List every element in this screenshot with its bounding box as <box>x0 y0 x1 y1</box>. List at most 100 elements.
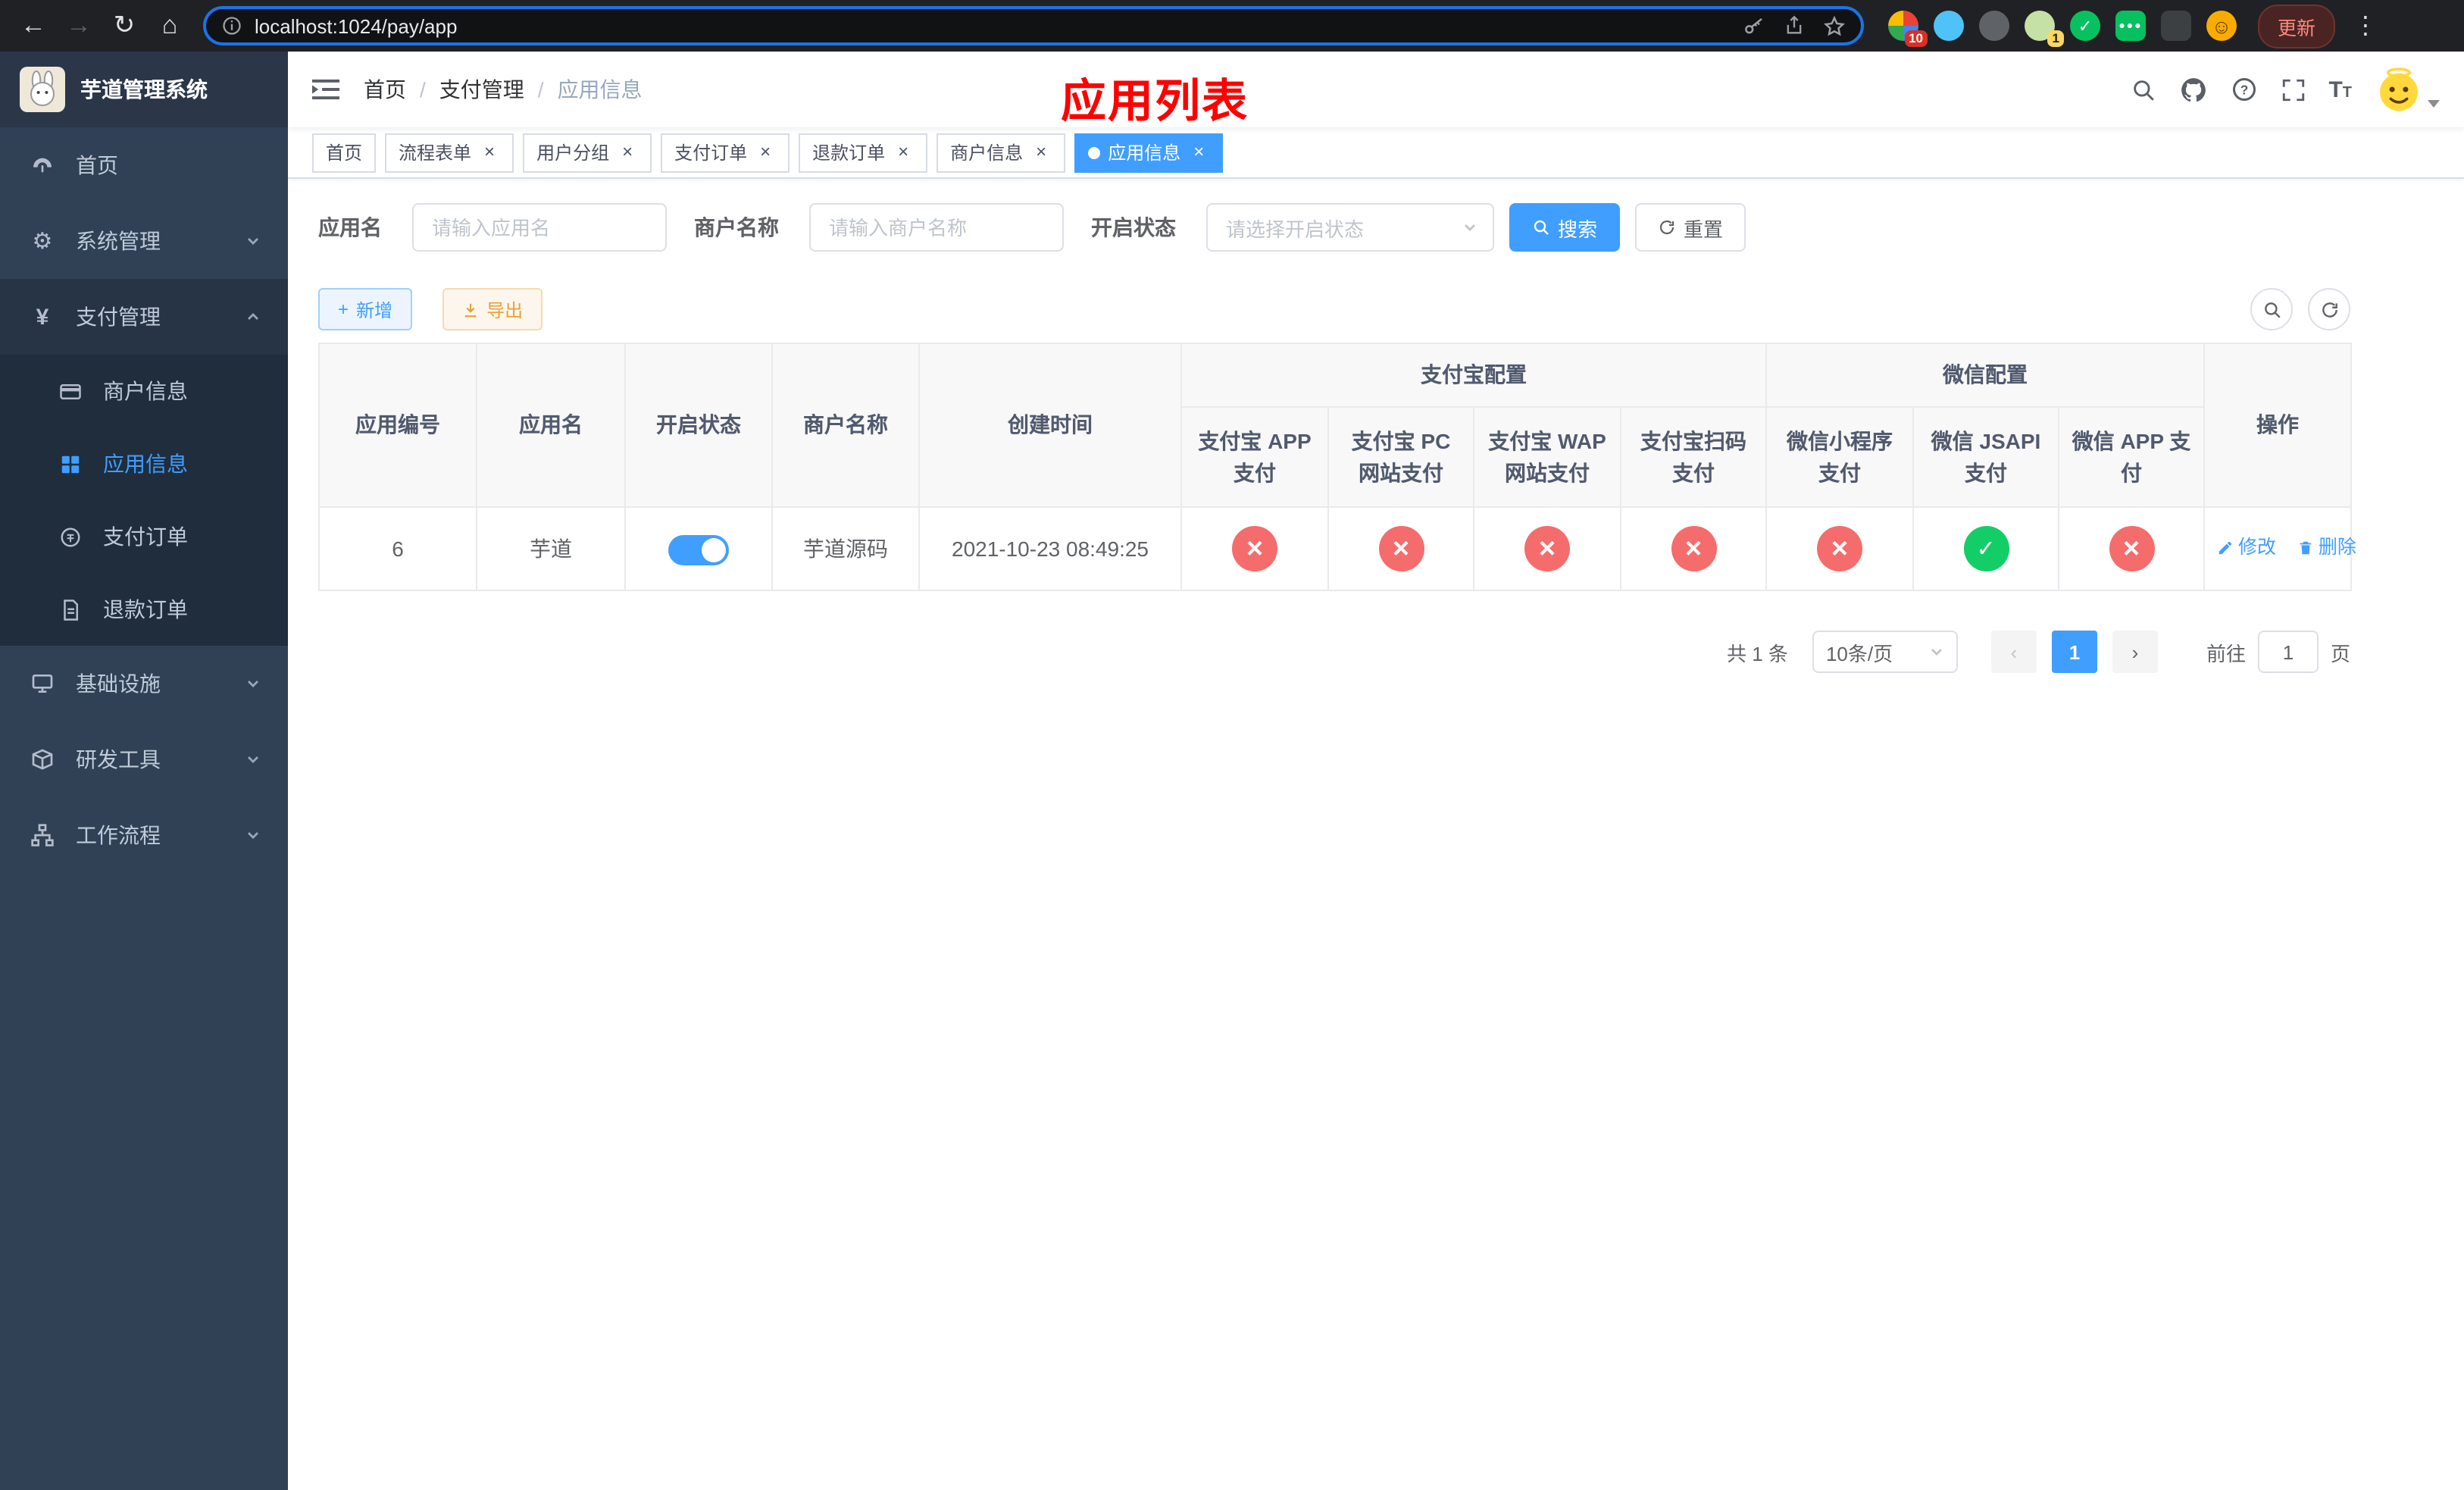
goto-page-input[interactable] <box>2257 631 2319 673</box>
extension-icon[interactable] <box>2161 11 2191 41</box>
url-text[interactable]: localhost:1024/pay/app <box>255 14 1731 37</box>
close-icon[interactable]: × <box>1030 141 1052 163</box>
close-icon[interactable]: × <box>617 141 638 163</box>
status-label: 开启状态 <box>1091 215 1176 239</box>
bookmark-star-icon[interactable] <box>1823 14 1846 37</box>
merchant-name-input[interactable] <box>809 203 1064 252</box>
workflow-icon <box>27 823 58 847</box>
extension-icon[interactable] <box>1934 11 1964 41</box>
search-icon <box>1534 220 1549 235</box>
browser-menu-icon[interactable]: ⋮ <box>2353 11 2378 41</box>
status-error-icon <box>1671 526 1716 571</box>
tab-app-info[interactable]: 应用信息 × <box>1074 133 1224 172</box>
col-header-wx-app: 微信 APP 支付 <box>2057 406 2206 508</box>
tab-merchant-info[interactable]: 商户信息 × <box>937 133 1066 172</box>
address-bar[interactable]: localhost:1024/pay/app <box>203 6 1864 45</box>
sidebar-item-system[interactable]: ⚙ 系统管理 <box>0 203 288 279</box>
tab-process-form[interactable]: 流程表单 × <box>385 133 514 172</box>
extension-icon[interactable]: 10 <box>1888 11 1928 47</box>
delete-link[interactable]: 删除 <box>2297 532 2356 564</box>
sidebar-item-payment[interactable]: ¥ 支付管理 <box>0 279 288 355</box>
cell-wx-jsapi <box>1912 506 2059 591</box>
help-icon[interactable]: ? <box>2230 76 2257 103</box>
extension-icon[interactable]: ●●● <box>2115 11 2146 41</box>
toggle-search-button[interactable] <box>2250 288 2293 330</box>
browser-update-button[interactable]: 更新 <box>2258 4 2336 48</box>
col-group-alipay: 支付宝配置 <box>1180 343 1767 408</box>
page-number-1[interactable]: 1 <box>2051 631 2097 673</box>
fullscreen-icon[interactable] <box>2280 77 2306 102</box>
status-select[interactable]: 请选择开启状态 <box>1206 203 1494 252</box>
tab-refund-orders[interactable]: 退款订单 × <box>799 133 928 172</box>
next-page-button[interactable]: › <box>2112 631 2158 673</box>
cell-created: 2021-10-23 08:49:25 <box>918 506 1182 591</box>
site-info-icon[interactable] <box>221 15 242 36</box>
breadcrumb-home[interactable]: 首页 <box>364 74 406 105</box>
status-error-icon <box>2109 526 2154 571</box>
sidebar-item-home[interactable]: 首页 <box>0 127 288 203</box>
search-icon <box>2264 302 2280 318</box>
sidebar-item-pay-orders[interactable]: 支付订单 <box>0 500 288 573</box>
col-header-wx-jsapi: 微信 JSAPI 支付 <box>1912 406 2059 508</box>
password-key-icon[interactable] <box>1743 14 1765 37</box>
chevron-up-icon <box>245 309 261 324</box>
main-area: 首页 / 支付管理 / 应用信息 应用列表 ? TT 首页 流程表单 × 用户分… <box>288 52 2464 1490</box>
share-icon[interactable] <box>1784 15 1805 36</box>
app-name-input[interactable] <box>412 203 667 252</box>
sidebar-item-dev-tools[interactable]: 研发工具 <box>0 722 288 797</box>
search-icon[interactable] <box>2130 77 2156 102</box>
page-size-select[interactable]: 10条/页 <box>1812 631 1958 673</box>
sidebar-item-label: 应用信息 <box>103 452 188 476</box>
avatar-caret-icon <box>2428 100 2440 108</box>
status-toggle[interactable] <box>668 534 729 565</box>
sidebar-logo[interactable]: 芋道管理系统 <box>0 52 288 127</box>
document-icon <box>55 598 85 621</box>
sidebar-item-merchant-info[interactable]: 商户信息 <box>0 355 288 427</box>
prev-page-button[interactable]: ‹ <box>1990 631 2037 673</box>
search-button[interactable]: 搜索 <box>1509 203 1621 252</box>
tab-home[interactable]: 首页 <box>312 133 377 172</box>
cell-status <box>624 506 773 591</box>
extension-icon[interactable]: 1 <box>2025 11 2064 47</box>
reload-icon[interactable]: ↻ <box>103 5 145 47</box>
tab-user-group[interactable]: 用户分组 × <box>523 133 652 172</box>
extension-icon[interactable]: ✓ <box>2070 11 2100 41</box>
forward-icon[interactable]: → <box>58 5 100 47</box>
col-group-wechat: 微信配置 <box>1765 343 2206 408</box>
edit-link[interactable]: 修改 <box>2217 532 2276 564</box>
close-icon[interactable]: × <box>479 141 500 163</box>
home-icon[interactable]: ⌂ <box>149 5 191 47</box>
close-icon[interactable]: × <box>1188 141 1209 163</box>
filter-form: 应用名 商户名称 开启状态 请选择开启状态 搜索 重置 <box>318 203 2434 252</box>
plus-icon: + <box>338 299 349 320</box>
github-icon[interactable] <box>2178 75 2207 104</box>
sidebar-item-workflow[interactable]: 工作流程 <box>0 797 288 873</box>
export-button[interactable]: 导出 <box>442 288 543 330</box>
font-size-icon[interactable]: TT <box>2328 77 2352 102</box>
sidebar-item-label: 支付订单 <box>103 524 188 549</box>
close-icon[interactable]: × <box>755 141 776 163</box>
reset-button[interactable]: 重置 <box>1635 203 1746 252</box>
col-header-created: 创建时间 <box>918 343 1182 508</box>
refresh-table-button[interactable] <box>2308 288 2350 330</box>
user-avatar[interactable] <box>2375 65 2440 114</box>
sidebar-item-infrastructure[interactable]: 基础设施 <box>0 646 288 722</box>
tab-pay-orders[interactable]: 支付订单 × <box>661 133 790 172</box>
status-error-icon <box>1524 526 1570 571</box>
extension-icon[interactable]: ☺ <box>2206 11 2237 41</box>
sidebar-item-label: 基础设施 <box>76 671 161 696</box>
extension-icon[interactable] <box>1979 11 2009 41</box>
cell-alipay-app <box>1180 506 1329 591</box>
add-button[interactable]: + 新增 <box>318 288 413 330</box>
sidebar-item-refund-orders[interactable]: 退款订单 <box>0 573 288 646</box>
breadcrumb-payment[interactable]: 支付管理 <box>439 74 524 105</box>
sidebar-toggle-icon[interactable] <box>312 77 339 102</box>
col-header-status: 开启状态 <box>624 343 773 508</box>
sidebar-item-app-info[interactable]: 应用信息 <box>0 427 288 500</box>
close-icon[interactable]: × <box>893 141 914 163</box>
grid-icon <box>55 452 85 475</box>
col-header-actions: 操作 <box>2203 343 2353 508</box>
col-header-alipay-app: 支付宝 APP 支付 <box>1180 406 1329 508</box>
card-icon <box>55 380 85 402</box>
back-icon[interactable]: ← <box>12 5 55 47</box>
